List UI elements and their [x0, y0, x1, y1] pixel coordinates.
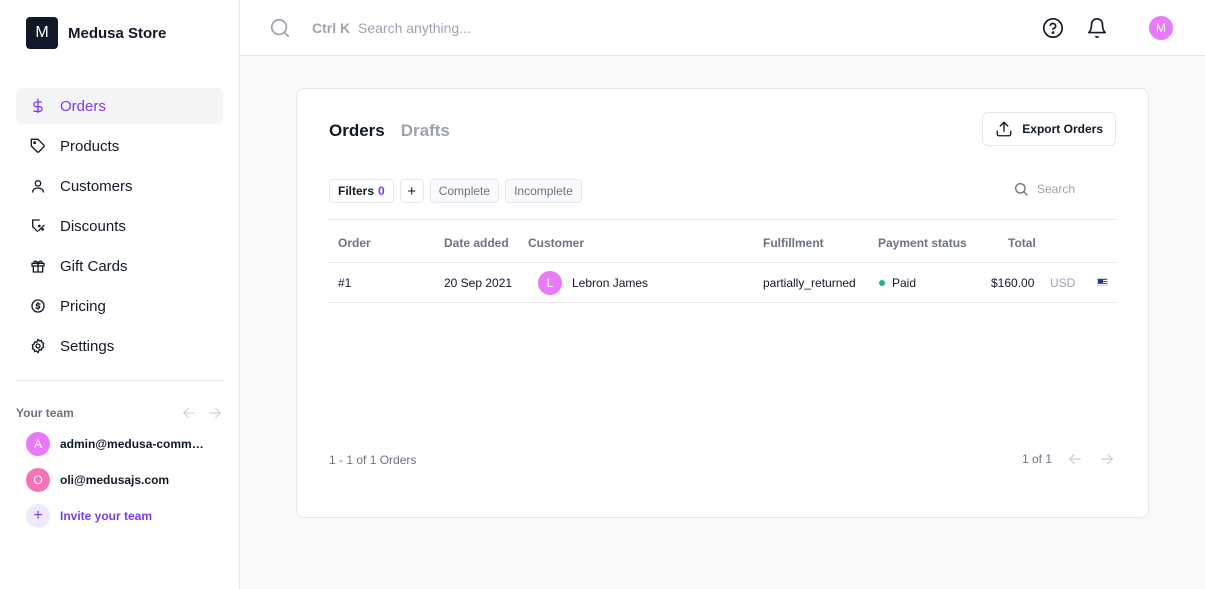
main-nav: Orders Products Customers Discounts Gift…	[16, 88, 223, 368]
nav-item-discounts[interactable]: Discounts	[16, 208, 223, 244]
nav-item-label: Settings	[60, 337, 115, 355]
page-indicator: 1 of 1	[1021, 452, 1052, 466]
team-label: Your team	[16, 406, 74, 420]
status-dot	[879, 280, 885, 286]
plus-icon: +	[26, 504, 50, 528]
fulfillment-status: partially_returned	[763, 276, 856, 290]
dollar-icon	[30, 98, 46, 114]
nav-item-label: Pricing	[60, 297, 106, 315]
shortcut-hint: Ctrl K	[312, 20, 351, 36]
team-member[interactable]: O oli@medusajs.com	[26, 468, 226, 492]
next-page-icon[interactable]	[1098, 451, 1116, 467]
sidebar: M Medusa Store Orders Products Customers	[0, 0, 240, 589]
help-icon[interactable]	[1042, 17, 1064, 39]
column-header: Total	[1008, 236, 1036, 250]
store-logo: M	[26, 17, 58, 49]
nav-item-label: Products	[60, 137, 120, 155]
orders-table: Order Date added Customer Fulfillment Pa…	[329, 219, 1116, 303]
invite-label: Invite your team	[60, 509, 153, 523]
arrow-right-icon[interactable]	[207, 406, 223, 420]
topbar: Ctrl K M	[240, 0, 1205, 56]
orders-search-input[interactable]	[1037, 182, 1127, 196]
nav-item-settings[interactable]: Settings	[16, 328, 223, 364]
arrow-left-icon[interactable]	[181, 406, 197, 420]
nav-item-pricing[interactable]: Pricing	[16, 288, 223, 324]
search-icon	[270, 18, 290, 38]
export-label: Export Orders	[1022, 122, 1103, 136]
avatar: L	[538, 271, 562, 295]
payment-status: Paid	[892, 276, 917, 290]
column-header: Fulfillment	[763, 236, 824, 250]
date-added: 20 Sep 2021	[444, 276, 513, 290]
store-name: Medusa Store	[68, 24, 167, 42]
orders-tabs: Orders Drafts	[329, 121, 450, 141]
sidebar-divider	[16, 380, 223, 381]
gift-icon	[30, 258, 46, 274]
add-filter-button[interactable]: +	[399, 179, 424, 203]
bell-icon[interactable]	[1086, 17, 1108, 39]
table-search	[1013, 181, 1127, 197]
filter-bar: Filters 0 + Complete Incomplete	[329, 179, 582, 203]
tag-icon	[30, 138, 46, 154]
team-header: Your team	[16, 406, 223, 420]
avatar: O	[26, 468, 50, 492]
tab-drafts[interactable]: Drafts	[401, 121, 450, 141]
nav-item-customers[interactable]: Customers	[16, 168, 223, 204]
nav-item-label: Discounts	[60, 217, 126, 235]
nav-item-products[interactable]: Products	[16, 128, 223, 164]
discount-icon	[30, 218, 46, 234]
gear-icon	[30, 338, 46, 354]
global-search-input[interactable]	[358, 17, 658, 39]
store-header[interactable]: M Medusa Store	[26, 17, 166, 49]
column-header: Customer	[528, 236, 585, 250]
team-list: A admin@medusa-commerce.com O oli@medusa…	[26, 432, 226, 540]
user-avatar[interactable]: M	[1149, 16, 1173, 40]
nav-item-label: Gift Cards	[60, 257, 128, 275]
upload-icon	[996, 121, 1012, 137]
team-pagination	[181, 406, 223, 420]
orders-card: Orders Drafts Export Orders Filters 0 + …	[296, 88, 1149, 518]
filter-preset-incomplete[interactable]: Incomplete	[505, 179, 582, 203]
search-icon	[1015, 183, 1028, 196]
user-icon	[30, 178, 46, 194]
export-orders-button[interactable]: Export Orders	[982, 112, 1116, 146]
tab-orders[interactable]: Orders	[329, 121, 385, 141]
pagination-info: 1 - 1 of 1 Orders	[329, 453, 417, 467]
team-member[interactable]: A admin@medusa-commerce.com	[26, 432, 226, 456]
nav-item-label: Customers	[60, 177, 133, 195]
column-header: Payment status	[878, 236, 967, 250]
filters-count: 0	[378, 184, 385, 198]
nav-item-label: Orders	[60, 97, 106, 115]
table-header: Order Date added Customer Fulfillment Pa…	[329, 220, 1116, 263]
order-total: $160.00	[991, 276, 1035, 290]
table-row[interactable]: #1 20 Sep 2021 L Lebron James partially_…	[329, 263, 1116, 303]
filter-preset-complete[interactable]: Complete	[429, 179, 500, 203]
column-header: Date added	[444, 236, 509, 250]
pricing-icon	[30, 298, 46, 314]
filters-label: Filters	[338, 184, 375, 198]
filters-button[interactable]: Filters 0	[329, 179, 394, 203]
avatar: A	[26, 432, 50, 456]
currency-code: USD	[1050, 276, 1076, 290]
customer-name: Lebron James	[572, 276, 649, 290]
prev-page-icon[interactable]	[1066, 451, 1084, 467]
nav-item-gift-cards[interactable]: Gift Cards	[16, 248, 223, 284]
column-header: Order	[338, 236, 371, 250]
us-flag-icon	[1097, 278, 1108, 286]
pagination: 1 of 1	[1022, 451, 1116, 467]
order-number: #1	[338, 276, 352, 290]
team-member-email: admin@medusa-commerce.com	[60, 437, 210, 451]
invite-team-button[interactable]: + Invite your team	[26, 504, 226, 528]
team-member-email: oli@medusajs.com	[60, 473, 170, 487]
nav-item-orders[interactable]: Orders	[16, 88, 223, 124]
